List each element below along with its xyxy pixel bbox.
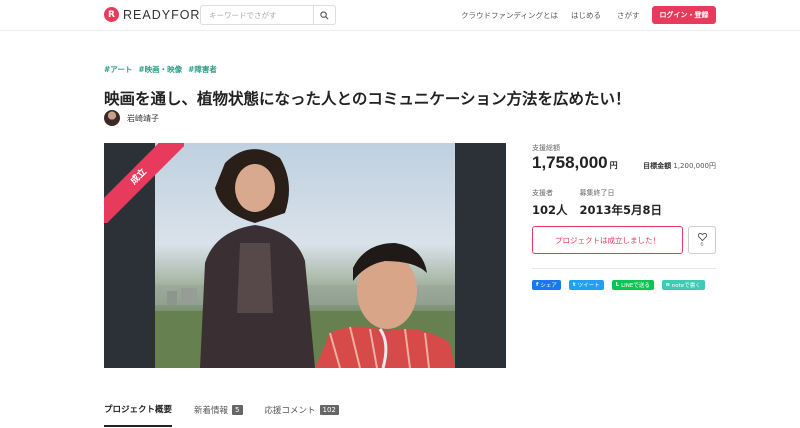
project-hero[interactable]: 成立 (104, 143, 506, 368)
search-input[interactable] (201, 6, 313, 24)
total-label: 支援総額 (532, 144, 560, 152)
page-title: 映画を通し、植物状態になった人とのコミュニケーション方法を広めたい！ (104, 90, 631, 108)
tag-disability[interactable]: #障害者 (188, 64, 217, 75)
success-ribbon: 成立 (104, 143, 184, 223)
success-badge: 成立 (104, 143, 184, 223)
avatar (104, 110, 120, 126)
tab-overview[interactable]: プロジェクト概要 (104, 403, 173, 427)
tab-comments[interactable]: 応援コメント 102 (265, 404, 339, 426)
supporters-stat: 支援者 102人 (532, 188, 568, 218)
note-share-label: noteで書く (671, 283, 701, 289)
author[interactable]: 岩崎靖子 (104, 110, 159, 126)
goal-info: 目標金額 1,200,000円 (643, 161, 716, 171)
share-buttons: f シェア t ツイート L LINEで送る n noteで書く (532, 280, 705, 290)
project-success-button[interactable]: プロジェクトは成立しました！ (532, 226, 683, 254)
site-header: R READYFOR クラウドファンディングとは はじめる さがす ログイン・登… (0, 0, 800, 31)
tag-film[interactable]: #映画・映像 (138, 64, 182, 75)
twitter-icon: t (572, 282, 576, 288)
nav-start[interactable]: はじめる (571, 10, 601, 21)
project-tabs: プロジェクト概要 新着情報 5 応援コメント 102 (104, 403, 339, 427)
tab-updates[interactable]: 新着情報 5 (194, 404, 243, 426)
goal-label: 目標金額 (643, 162, 672, 170)
facebook-share-label: シェア (540, 283, 557, 289)
tag-list: #アート #映画・映像 #障害者 (104, 64, 217, 75)
tag-art[interactable]: #アート (104, 64, 132, 75)
end-date-stat: 募集終了日 2013年5月8日 (580, 188, 663, 218)
tab-comments-count: 102 (319, 405, 339, 415)
search-box (200, 5, 336, 25)
line-share-button[interactable]: L LINEで送る (611, 280, 654, 290)
note-share-button[interactable]: n noteで書く (661, 280, 705, 290)
heart-icon (697, 232, 707, 241)
total-row: 1,758,000 円 目標金額 1,200,000円 (532, 153, 716, 173)
nav-about[interactable]: クラウドファンディングとは (461, 10, 558, 21)
search-button[interactable] (313, 6, 335, 24)
logo[interactable]: R READYFOR (104, 7, 200, 22)
favorite-count: 6 (700, 241, 704, 248)
login-button[interactable]: ログイン・登録 (652, 6, 716, 24)
tab-updates-count: 5 (232, 405, 243, 415)
favorite-button[interactable]: 6 (688, 226, 716, 254)
stats: 支援者 102人 募集終了日 2013年5月8日 (532, 188, 662, 218)
divider (532, 268, 716, 269)
facebook-share-button[interactable]: f シェア (532, 280, 561, 290)
note-icon: n (665, 282, 670, 288)
tab-comments-label: 応援コメント (264, 406, 316, 416)
twitter-share-label: ツイート (577, 283, 600, 289)
twitter-share-button[interactable]: t ツイート (568, 280, 604, 290)
goal-amount: 1,200,000円 (673, 162, 716, 170)
tab-updates-label: 新着情報 (194, 406, 229, 416)
logo-mark-icon: R (104, 7, 119, 22)
tab-overview-label: プロジェクト概要 (104, 405, 173, 415)
total-currency: 円 (609, 161, 618, 170)
end-date-value: 2013年5月8日 (579, 203, 663, 217)
line-share-label: LINEで送る (621, 283, 650, 289)
supporters-label: 支援者 (532, 189, 553, 197)
supporters-value: 102人 (532, 203, 568, 217)
end-date-label: 募集終了日 (579, 189, 615, 197)
nav-search[interactable]: さがす (617, 10, 640, 21)
logo-text: READYFOR (123, 7, 201, 22)
author-name: 岩崎靖子 (127, 113, 159, 123)
line-icon: L (615, 282, 620, 288)
facebook-icon: f (536, 282, 539, 288)
project-photo (155, 143, 455, 368)
search-icon (320, 10, 329, 19)
total-amount: 1,758,000 (532, 153, 608, 172)
